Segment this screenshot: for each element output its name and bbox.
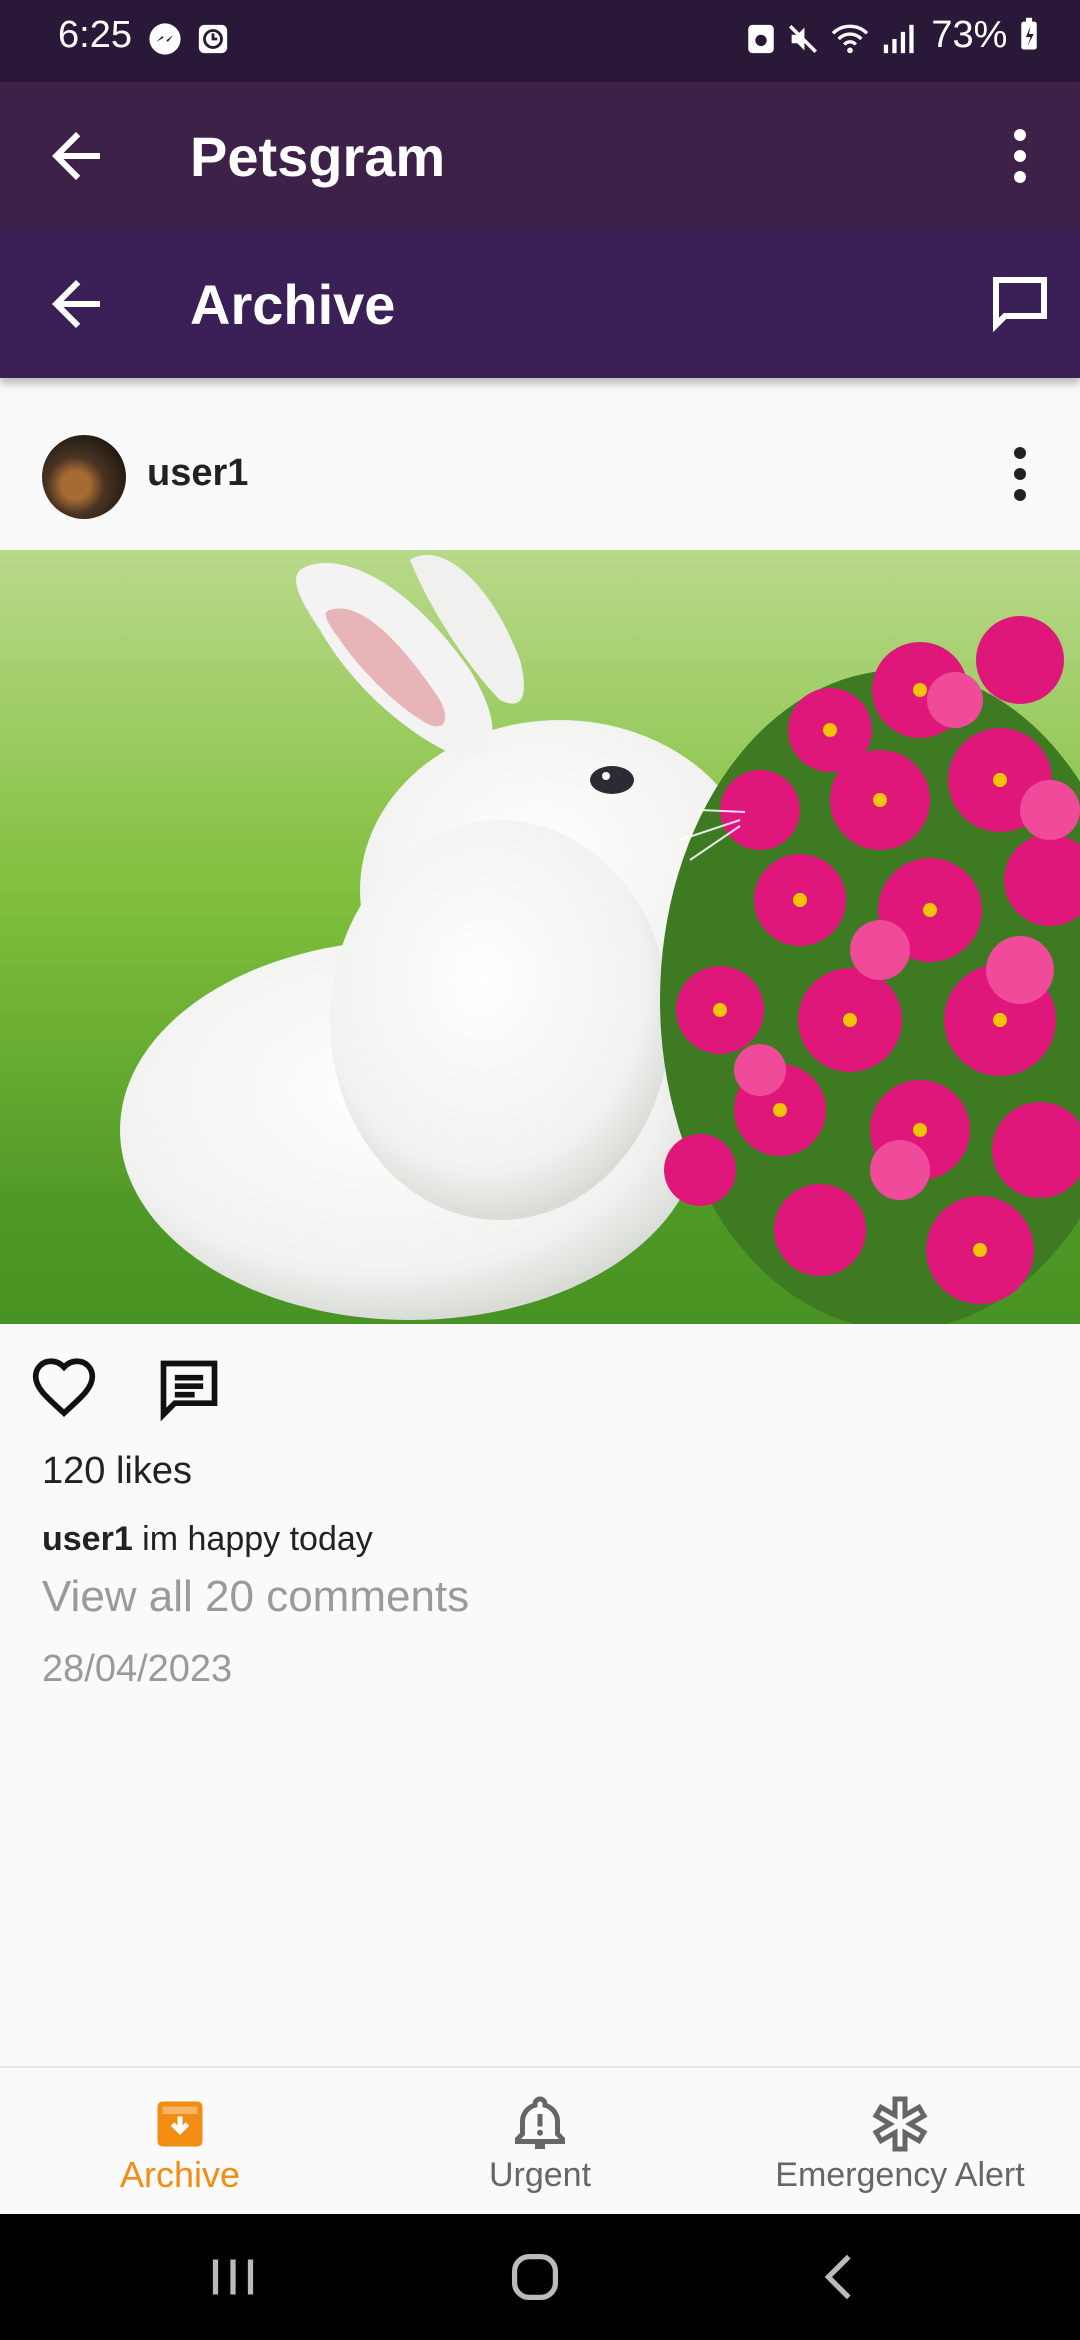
app-bar: Petsgram bbox=[0, 82, 1080, 230]
view-comments-link[interactable]: View all 20 comments bbox=[42, 1572, 469, 1622]
archive-box-icon bbox=[150, 2094, 210, 2154]
nav-label-urgent: Urgent bbox=[488, 2156, 592, 2194]
post-header: user1 bbox=[0, 380, 1080, 550]
archive-title: Archive bbox=[190, 273, 396, 336]
system-navigation-bar bbox=[0, 2214, 1080, 2340]
caption-text: im happy today bbox=[132, 1520, 373, 1558]
status-bar: 6:25 73% bbox=[0, 0, 1080, 82]
nav-item-urgent[interactable]: Urgent bbox=[360, 2068, 720, 2216]
comment-icon[interactable] bbox=[155, 1355, 223, 1423]
caption: user1 im happy today bbox=[42, 1520, 373, 1559]
battery-icon bbox=[1021, 17, 1037, 50]
nav-item-emergency-alert[interactable]: Emergency Alert bbox=[720, 2068, 1080, 2216]
avatar[interactable] bbox=[42, 435, 126, 519]
medical-star-icon bbox=[870, 2094, 930, 2154]
more-vert-icon[interactable] bbox=[984, 120, 1056, 192]
mute-icon bbox=[786, 22, 820, 56]
bottom-navigation: Archive Urgent Emergency Alert bbox=[0, 2066, 1080, 2214]
messenger-icon bbox=[148, 22, 182, 56]
back-icon[interactable] bbox=[805, 2242, 875, 2312]
chat-bubble-icon[interactable] bbox=[984, 268, 1056, 340]
status-time: 6:25 bbox=[58, 14, 132, 56]
battery-percent: 73% bbox=[931, 14, 1040, 57]
app-title: Petsgram bbox=[190, 125, 446, 188]
post-date: 28/04/2023 bbox=[42, 1648, 233, 1690]
post-username[interactable]: user1 bbox=[147, 452, 248, 495]
recents-icon[interactable] bbox=[198, 2242, 268, 2312]
more-vert-icon[interactable] bbox=[984, 438, 1056, 510]
home-icon[interactable] bbox=[500, 2242, 570, 2312]
battery-text: 73% bbox=[931, 14, 1008, 56]
caption-username[interactable]: user1 bbox=[42, 1520, 133, 1558]
likes-count: 120 likes bbox=[42, 1450, 192, 1492]
signal-icon bbox=[880, 22, 914, 56]
recycle-icon bbox=[744, 22, 778, 56]
post-image[interactable] bbox=[0, 550, 1080, 1324]
archive-bar: Archive bbox=[0, 230, 1080, 378]
arrow-back-icon[interactable] bbox=[40, 120, 112, 192]
bell-alert-icon bbox=[510, 2094, 570, 2154]
clock-app-icon bbox=[196, 22, 230, 56]
heart-outline-icon[interactable] bbox=[30, 1355, 98, 1423]
nav-item-archive[interactable]: Archive bbox=[0, 2068, 360, 2216]
arrow-back-icon[interactable] bbox=[40, 268, 112, 340]
wifi-icon bbox=[830, 22, 869, 56]
nav-label-archive: Archive bbox=[119, 2154, 241, 2195]
nav-label-emergency-alert: Emergency Alert bbox=[775, 2156, 1025, 2194]
